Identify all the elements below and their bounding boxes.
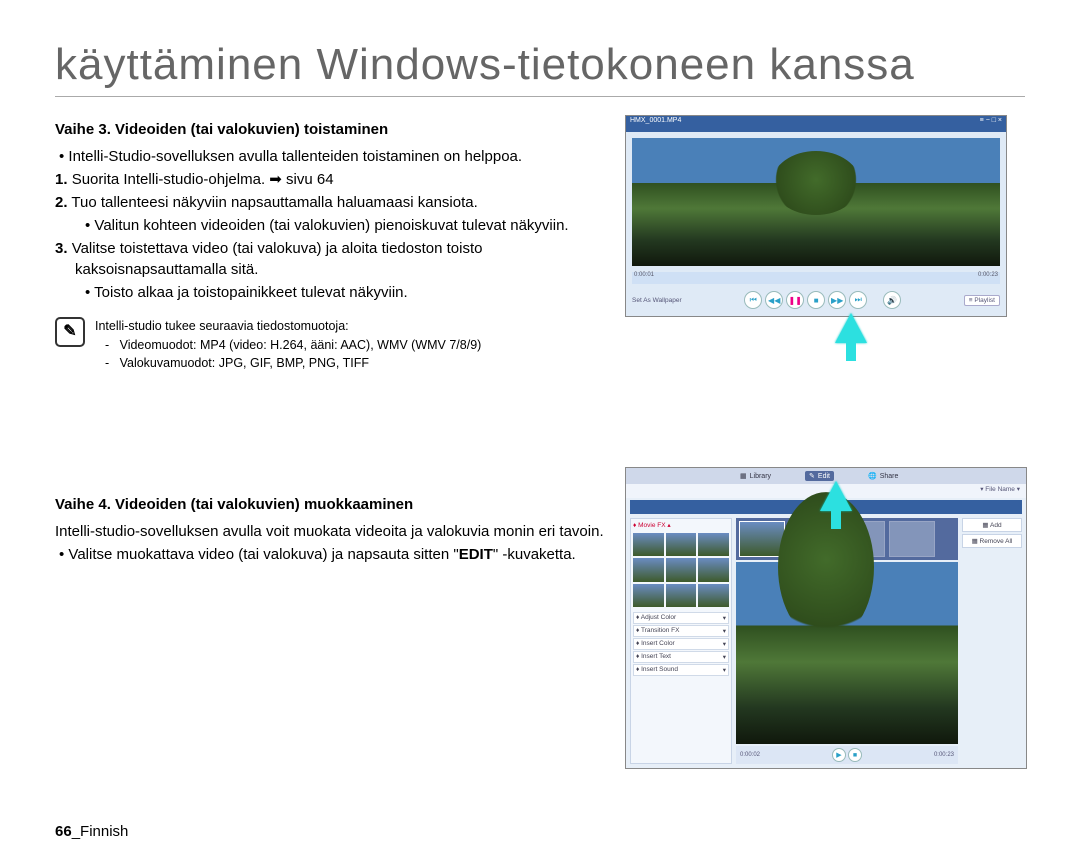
fx-thumb[interactable] [698,533,729,556]
tab-edit[interactable]: ✎ Edit [805,471,834,481]
player-titlebar: HMX_0001.MP4 ≡ − □ × [626,116,1006,132]
note-line: Intelli-studio tukee seuraavia tiedostom… [95,318,481,336]
player-video-area [632,138,1000,266]
fx-thumb[interactable] [666,533,697,556]
callout-arrow-tail [846,341,856,361]
rewind-button[interactable]: ◀◀ [765,291,783,309]
fx-thumb[interactable] [698,584,729,607]
list-number: 1. [55,171,68,188]
list-number: 3. [55,240,68,257]
note-line: Valokuvamuodot: JPG, GIF, BMP, PNG, TIFF [95,355,481,373]
time-total: 0:00:23 [934,752,954,758]
note-line: Videomuodot: MP4 (video: H.264, ääni: AA… [95,337,481,355]
remove-all-button[interactable]: ▦ Remove All [962,534,1022,548]
step3-item2-sub: Valitun kohteen videoiden (tai valokuvie… [85,215,605,236]
page-number: 66 [55,823,72,840]
clip-thumb[interactable] [889,521,935,557]
fx-thumb[interactable] [666,584,697,607]
callout-arrow-icon [835,313,867,343]
editor-timeline[interactable]: 0:00:02 ▶ ■ 0:00:23 [736,746,958,764]
volume-button[interactable]: 🔊 [883,291,901,309]
callout-arrow-tail [831,509,841,529]
tab-share[interactable]: 🌐 Share [864,471,902,481]
step4-p1: Intelli-studio-sovelluksen avulla voit m… [55,521,605,542]
movie-fx-label: ♦ Movie FX ▴ [631,519,731,531]
side-item[interactable]: ♦ Adjust Color▾ [633,612,729,624]
video-tree-graphic [778,492,874,642]
time-elapsed: 0:00:01 [634,272,654,284]
list-text: Tuo tallenteesi näkyviin napsauttamalla … [71,194,477,211]
step3-intro: Intelli-Studio-sovelluksen avulla tallen… [55,146,605,167]
fx-thumb[interactable] [633,533,664,556]
screenshots-column: HMX_0001.MP4 ≡ − □ × 0:00:01 0:00:23 Set… [625,115,1025,769]
playlist-button[interactable]: ≡ Playlist [964,295,1000,306]
list-number: 2. [55,194,68,211]
fx-thumb[interactable] [698,558,729,581]
page-lang: Finnish [80,823,128,840]
side-item[interactable]: ♦ Insert Color▾ [633,638,729,650]
side-item[interactable]: ♦ Insert Text▾ [633,651,729,663]
list-text: Suorita Intelli-studio-ohjelma. ➡ sivu 6… [72,171,334,188]
play-button[interactable]: ▶ [832,748,846,762]
text: Valitse muokattava video (tai valokuva) … [68,546,458,563]
time-elapsed: 0:00:02 [740,752,760,758]
fx-thumb[interactable] [633,584,664,607]
step4-heading: Vaihe 4. Videoiden (tai valokuvien) muok… [55,494,605,515]
wallpaper-button[interactable]: Set As Wallpaper [632,297,682,304]
prev-button[interactable]: ⏮ [744,291,762,309]
main-text-column: Vaihe 3. Videoiden (tai valokuvien) tois… [55,115,605,769]
step3-item3: 3. Valitse toistettava video (tai valoku… [55,238,605,280]
fx-thumb[interactable] [666,558,697,581]
edit-bold: EDIT [459,546,493,563]
page-sep: _ [72,823,80,840]
step3-item3-sub: Toisto alkaa ja toistopainikkeet tulevat… [85,282,605,303]
filename-dropdown[interactable]: ▾ File Name ▾ [980,485,1020,497]
note-icon: ✎ [55,317,85,347]
step4-p2: Valitse muokattava video (tai valokuva) … [55,544,605,565]
tab-library[interactable]: ▦ Library [736,471,775,481]
player-screenshot: HMX_0001.MP4 ≡ − □ × 0:00:01 0:00:23 Set… [625,115,1007,317]
time-total: 0:00:23 [978,272,998,284]
player-timeline[interactable]: 0:00:01 0:00:23 [632,272,1000,284]
step3-item2: 2. Tuo tallenteesi näkyviin napsauttamal… [55,192,605,213]
window-controls-icon: ≡ − □ × [980,117,1002,131]
editor-sidebar: ♦ Movie FX ▴ [630,518,732,764]
add-button[interactable]: ▦ Add [962,518,1022,532]
stop-button[interactable]: ■ [848,748,862,762]
side-item[interactable]: ♦ Insert Sound▾ [633,664,729,676]
step3-heading: Vaihe 3. Videoiden (tai valokuvien) tois… [55,119,605,140]
editor-preview [736,562,958,744]
note-box: ✎ Intelli-studio tukee seuraavia tiedost… [55,317,605,374]
list-text: Valitse toistettava video (tai valokuva)… [72,240,483,278]
text: " -kuvaketta. [493,546,576,563]
callout-arrow-icon [820,481,852,511]
step3-item1: 1. Suorita Intelli-studio-ohjelma. ➡ siv… [55,169,605,190]
side-item[interactable]: ♦ Transition FX▾ [633,625,729,637]
page-title: käyttäminen Windows-tietokoneen kanssa [55,40,1025,97]
pause-button[interactable]: ❚❚ [786,291,804,309]
stop-button[interactable]: ■ [807,291,825,309]
next-button[interactable]: ⏭ [849,291,867,309]
editor-screenshot: ▦ Library ✎ Edit 🌐 Share ▾ File Name ▾ ♦… [625,467,1027,769]
fx-thumb[interactable] [633,558,664,581]
page-footer: 66_Finnish [55,823,128,840]
forward-button[interactable]: ▶▶ [828,291,846,309]
video-tree-graphic [772,151,860,215]
player-filename: HMX_0001.MP4 [630,117,681,131]
